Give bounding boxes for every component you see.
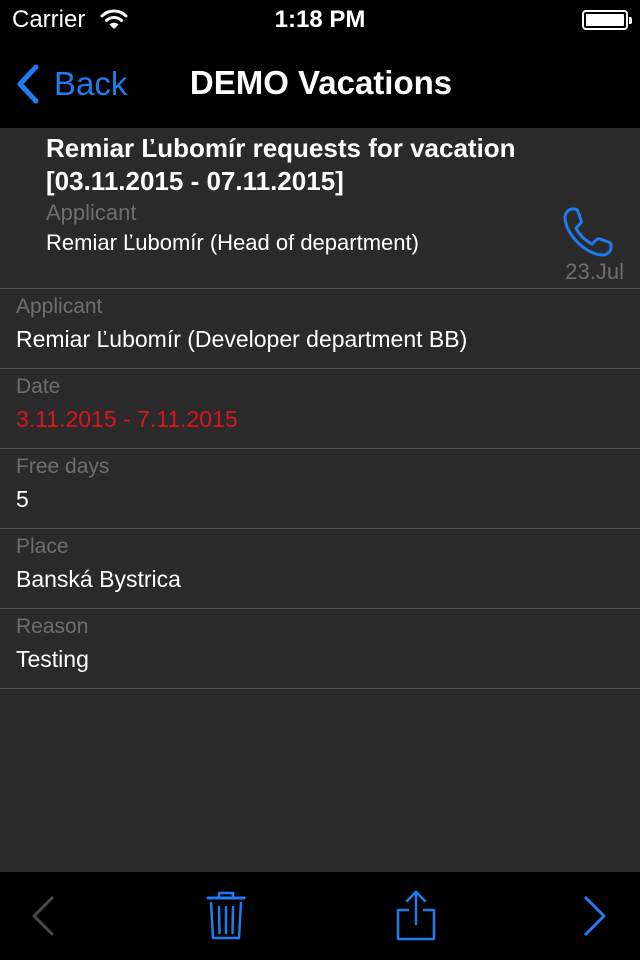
field-label: Date — [16, 375, 61, 398]
field-value: Testing — [16, 646, 89, 672]
header-applicant-value: Remiar Ľubomír (Head of department) — [46, 230, 419, 255]
request-title: Remiar Ľubomír requests for vacation [03… — [46, 133, 516, 196]
clock: 1:18 PM — [274, 6, 366, 33]
field-reason: Reason Testing — [0, 609, 640, 689]
field-label: Free days — [16, 455, 110, 478]
next-button[interactable] — [582, 890, 610, 942]
phone-icon[interactable] — [560, 204, 616, 260]
field-applicant: Applicant Remiar Ľubomír (Developer depa… — [0, 289, 640, 369]
field-date: Date 3.11.2015 - 7.11.2015 — [0, 369, 640, 449]
field-label: Place — [16, 535, 69, 558]
header-applicant-label: Applicant — [46, 200, 137, 225]
field-label: Reason — [16, 615, 89, 638]
field-free-days: Free days 5 — [0, 449, 640, 529]
status-bar: Carrier 1:18 PM — [0, 0, 640, 40]
field-value: Banská Bystrica — [16, 566, 181, 592]
field-value: Remiar Ľubomír (Developer department BB) — [16, 326, 468, 352]
field-value: 5 — [16, 486, 29, 512]
field-value: 3.11.2015 - 7.11.2015 — [16, 406, 238, 432]
detail-list: Applicant Remiar Ľubomír (Developer depa… — [0, 289, 640, 689]
page-title: DEMO Vacations — [0, 64, 640, 102]
page-title-text: DEMO Vacations — [189, 64, 453, 101]
share-icon[interactable] — [394, 890, 438, 942]
request-header: Remiar Ľubomír requests for vacation [03… — [0, 128, 640, 289]
bottom-toolbar — [0, 872, 640, 960]
previous-button[interactable] — [28, 890, 56, 942]
trash-icon[interactable] — [204, 890, 248, 942]
battery-icon — [582, 10, 632, 30]
request-date: 23.Jul — [565, 259, 624, 284]
navigation-bar: Back DEMO Vacations — [0, 40, 640, 128]
field-label: Applicant — [16, 295, 103, 318]
field-place: Place Banská Bystrica — [0, 529, 640, 609]
